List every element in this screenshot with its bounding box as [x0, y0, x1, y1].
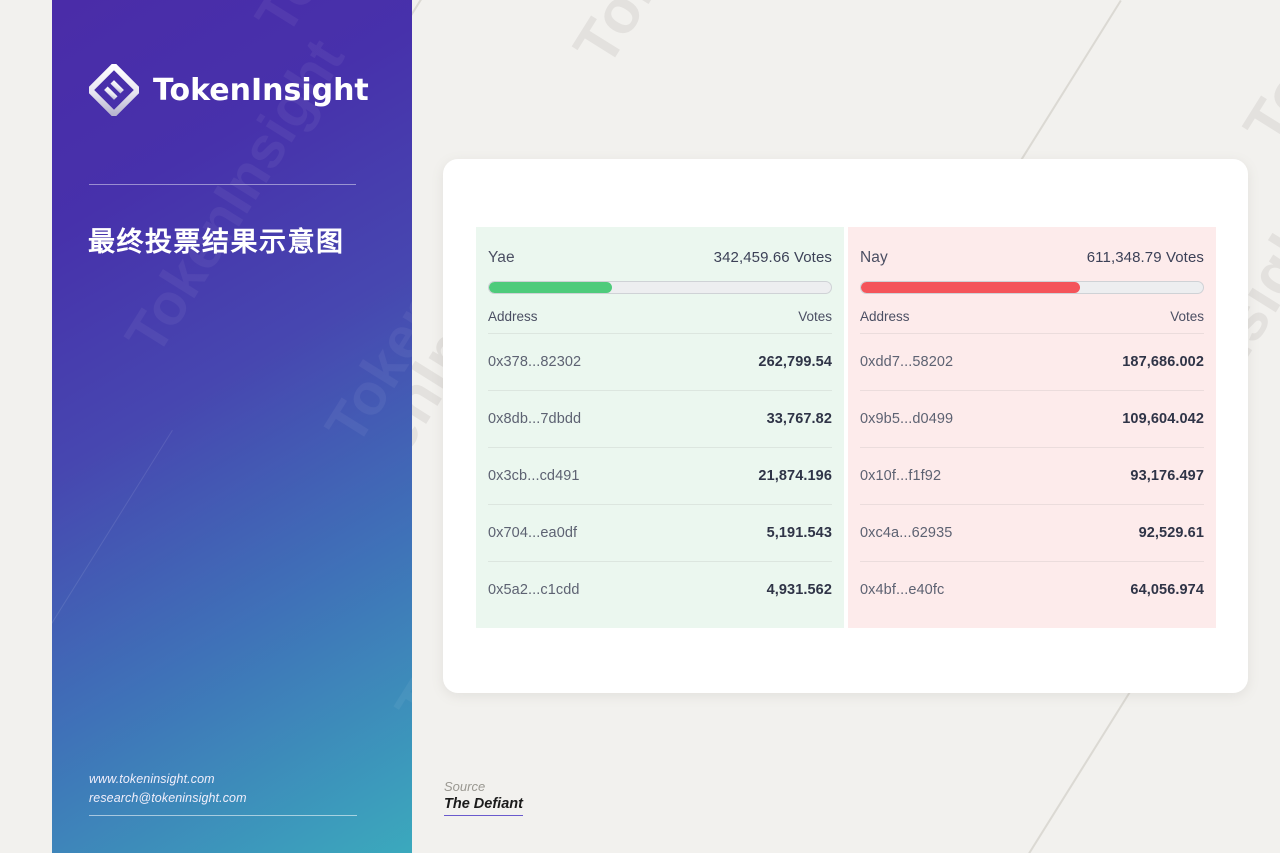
row-votes: 21,874.196 — [758, 468, 832, 484]
slide-root: TokenInsight TokenInsight TokenInsight T… — [0, 0, 1280, 853]
brand-logo: TokenInsight — [89, 64, 369, 116]
vote-table: 0xdd7...58202 187,686.002 0x9b5...d0499 109… — [860, 333, 1204, 618]
row-address: 0x3cb...cd491 — [488, 468, 580, 484]
panel-header: Yae 342,459.66 Votes — [488, 249, 832, 267]
row-address: 0x8db...7dbdd — [488, 411, 582, 427]
table-row[interactable]: 0xdd7...58202 187,686.002 — [860, 333, 1204, 390]
table-row[interactable]: 0xc4a...62935 92,529.61 — [860, 504, 1204, 561]
decorative-diagonal-line — [52, 430, 173, 796]
vote-progress-fill — [489, 282, 612, 293]
row-votes: 92,529.61 — [1138, 525, 1204, 541]
row-votes: 187,686.002 — [1122, 354, 1204, 370]
row-address: 0xdd7...58202 — [860, 354, 954, 370]
row-votes: 93,176.497 — [1130, 468, 1204, 484]
footer-email[interactable]: research@tokeninsight.com — [89, 789, 357, 808]
row-address: 0x10f...f1f92 — [860, 468, 942, 484]
watermark-text: TokenInsight — [312, 118, 412, 455]
sidebar-footer: www.tokeninsight.com research@tokeninsig… — [89, 770, 357, 816]
source-name[interactable]: The Defiant — [444, 795, 523, 817]
table-row[interactable]: 0x5a2...c1cdd 4,931.562 — [488, 561, 832, 618]
table-row[interactable]: 0x378...82302 262,799.54 — [488, 333, 832, 390]
panel-total-votes: 611,348.79 Votes — [1086, 249, 1204, 266]
column-header-address: Address — [860, 309, 910, 324]
row-votes: 4,931.562 — [766, 582, 832, 598]
table-column-headers: Address Votes — [488, 309, 832, 333]
sidebar-divider — [89, 184, 356, 185]
vote-table: 0x378...82302 262,799.54 0x8db...7dbdd 33,7… — [488, 333, 832, 618]
watermark-text: TokenInsight — [1230, 0, 1280, 158]
panel-total-votes: 342,459.66 Votes — [713, 249, 832, 266]
row-address: 0x5a2...c1cdd — [488, 582, 580, 598]
tokeninsight-diamond-logo-icon — [89, 64, 139, 116]
panel-label: Yae — [488, 249, 515, 266]
brand-name: TokenInsight — [153, 72, 369, 108]
results-card: Yae 342,459.66 Votes Address Votes 0x378...8… — [443, 159, 1248, 693]
row-votes: 33,767.82 — [766, 411, 832, 427]
source-label: Source — [444, 779, 486, 794]
watermark-text: TokenInsight — [560, 0, 829, 78]
column-header-address: Address — [488, 309, 538, 324]
panel-header: Nay 611,348.79 Votes — [860, 249, 1204, 267]
sidebar-watermark-layer: TokenInsight TokenInsight TokenInsight T… — [52, 0, 412, 853]
table-column-headers: Address Votes — [860, 309, 1204, 333]
row-votes: 64,056.974 — [1130, 582, 1204, 598]
row-address: 0x4bf...e40fc — [860, 582, 945, 598]
watermark-text: TokenInsight — [382, 398, 412, 735]
vote-panel-yae: Yae 342,459.66 Votes Address Votes 0x378...8… — [476, 227, 844, 628]
row-votes: 109,604.042 — [1122, 411, 1204, 427]
panel-label: Nay — [860, 249, 888, 266]
table-row[interactable]: 0x9b5...d0499 109,604.042 — [860, 390, 1204, 447]
table-row[interactable]: 0x10f...f1f92 93,176.497 — [860, 447, 1204, 504]
row-votes: 5,191.543 — [766, 525, 832, 541]
source-attribution: Source The Defiant — [444, 779, 523, 817]
decorative-diagonal-line — [907, 690, 1132, 853]
row-votes: 262,799.54 — [758, 354, 832, 370]
watermark-text: TokenInsight — [242, 0, 412, 46]
row-address: 0x704...ea0df — [488, 525, 578, 541]
column-header-votes: Votes — [798, 309, 832, 324]
row-address: 0x9b5...d0499 — [860, 411, 954, 427]
footer-website[interactable]: www.tokeninsight.com — [89, 770, 357, 789]
table-row[interactable]: 0x3cb...cd491 21,874.196 — [488, 447, 832, 504]
sidebar: TokenInsight TokenInsight TokenInsight T… — [52, 0, 412, 853]
vote-progress-track — [860, 281, 1204, 294]
vote-progress-fill — [861, 282, 1081, 293]
row-address: 0xc4a...62935 — [860, 525, 953, 541]
table-row[interactable]: 0x704...ea0df 5,191.543 — [488, 504, 832, 561]
vote-panel-nay: Nay 611,348.79 Votes Address Votes 0xdd7...5… — [848, 227, 1216, 628]
column-header-votes: Votes — [1170, 309, 1204, 324]
vote-progress-track — [488, 281, 832, 294]
footer-divider — [89, 814, 357, 816]
vote-panels: Yae 342,459.66 Votes Address Votes 0x378...8… — [476, 227, 1216, 628]
row-address: 0x378...82302 — [488, 354, 582, 370]
table-row[interactable]: 0x4bf...e40fc 64,056.974 — [860, 561, 1204, 618]
table-row[interactable]: 0x8db...7dbdd 33,767.82 — [488, 390, 832, 447]
page-title: 最终投票结果示意图 — [88, 227, 345, 258]
